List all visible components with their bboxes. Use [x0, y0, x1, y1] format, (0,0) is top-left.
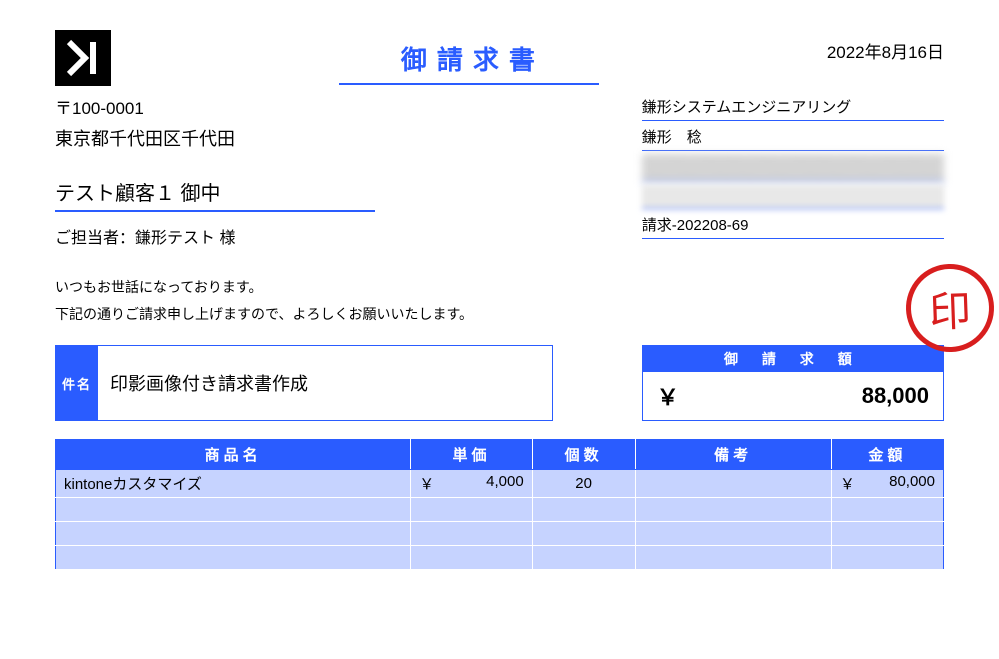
table-row: kintoneカスタマイズ￥4,00020 ￥80,000 — [56, 470, 944, 498]
cell-name: kintoneカスタマイズ — [56, 470, 411, 498]
cell-qty: 20 — [532, 470, 635, 498]
cell-note — [635, 546, 831, 570]
client-contact: ご担当者：鎌形テスト 様 — [55, 224, 517, 248]
items-table: 商品名 単価 個数 備考 金額 kintoneカスタマイズ￥4,00020 ￥80… — [55, 439, 944, 570]
sender-name: 鎌形 稔 — [642, 124, 944, 151]
greeting-line: 下記の通りご請求申し上げますので、よろしくお願いいたします。 — [55, 301, 517, 328]
cell-price — [411, 522, 533, 546]
cell-note — [635, 522, 831, 546]
sender-company: 鎌形システムエンジニアリング — [642, 94, 944, 121]
cell-qty — [532, 522, 635, 546]
cell-name — [56, 522, 411, 546]
cell-qty — [532, 546, 635, 570]
redacted-field — [642, 154, 944, 182]
subject-box: 件名 印影画像付き請求書作成 — [55, 345, 553, 421]
total-amount: 88,000 — [862, 383, 929, 409]
table-row — [56, 522, 944, 546]
total-label: 御 請 求 額 — [643, 346, 943, 372]
cell-note — [635, 470, 831, 498]
seal-stamp-icon: 印 — [904, 262, 995, 353]
total-box: 御 請 求 額 ￥ 88,000 — [642, 345, 944, 421]
cell-amount — [831, 522, 943, 546]
client-address: 東京都千代田区千代田 — [55, 125, 517, 151]
cell-price — [411, 498, 533, 522]
table-row — [56, 498, 944, 522]
document-title: 御請求書 — [373, 40, 565, 81]
subject-label: 件名 — [56, 346, 98, 420]
table-row — [56, 546, 944, 570]
cell-price: ￥4,000 — [411, 470, 533, 498]
subject-value: 印影画像付き請求書作成 — [98, 346, 553, 420]
cell-amount — [831, 546, 943, 570]
cell-amount — [831, 498, 943, 522]
company-logo — [55, 30, 111, 86]
col-header-name: 商品名 — [56, 440, 411, 470]
invoice-number: 請求-202208-69 — [642, 212, 944, 239]
issue-date: 2022年8月16日 — [827, 38, 944, 63]
col-header-price: 単価 — [411, 440, 533, 470]
col-header-qty: 個数 — [532, 440, 635, 470]
client-postal: 〒100-0001 — [55, 94, 517, 119]
redacted-field — [642, 185, 944, 209]
cell-price — [411, 546, 533, 570]
cell-qty — [532, 498, 635, 522]
greeting-line: いつもお世話になっております。 — [55, 274, 517, 301]
cell-note — [635, 498, 831, 522]
col-header-amount: 金額 — [831, 440, 943, 470]
cell-name — [56, 546, 411, 570]
cell-name — [56, 498, 411, 522]
total-currency: ￥ — [657, 380, 679, 412]
client-name: テスト顧客１ 御中 — [55, 177, 375, 212]
cell-amount: ￥80,000 — [831, 470, 943, 498]
col-header-note: 備考 — [635, 440, 831, 470]
